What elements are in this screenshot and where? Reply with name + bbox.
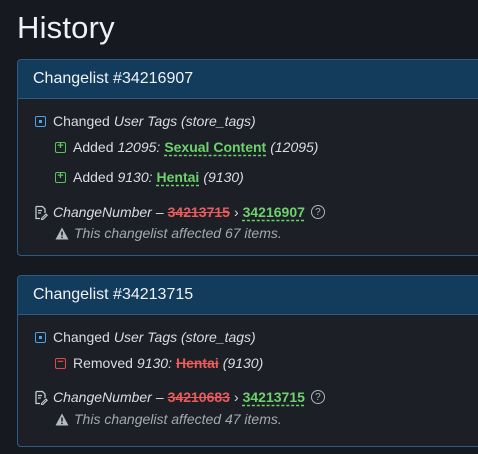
change-verb: Changed — [53, 329, 110, 345]
help-circle-icon[interactable]: ? — [310, 205, 325, 219]
change-row: Changed User Tags (store_tags) — [35, 329, 256, 345]
square-dot-icon — [35, 331, 46, 343]
new-change-number[interactable]: 34216907 — [243, 204, 305, 220]
change-number-arrow: › — [233, 204, 239, 220]
document-edit-icon — [33, 205, 48, 220]
new-change-number[interactable]: 34213715 — [243, 389, 305, 405]
item-paren: (9130) — [203, 169, 244, 185]
item-id: 9130 — [117, 169, 149, 185]
plus-box-icon: + — [55, 141, 66, 153]
tag-added-row: + Added 12095: Sexual Content (12095) — [55, 139, 318, 155]
change-number-label: ChangeNumber — [53, 389, 152, 405]
tag-added-row: + Added 9130: Hentai (9130) — [55, 169, 244, 185]
page-title: History — [17, 10, 115, 45]
affected-row: This changelist affected 67 items. — [55, 225, 282, 241]
change-field: User Tags (store_tags) — [113, 329, 256, 345]
item-paren: (12095) — [270, 139, 319, 155]
changelist-header[interactable]: Changelist #34213715 — [18, 276, 478, 315]
help-circle-icon[interactable]: ? — [310, 390, 325, 404]
change-row: Changed User Tags (store_tags) — [35, 113, 256, 129]
change-verb: Changed — [53, 113, 110, 129]
item-action: Added — [73, 169, 114, 185]
changelist-card: Changelist #34216907 Changed User Tags (… — [17, 59, 478, 256]
tag-link[interactable]: Hentai — [176, 355, 219, 371]
affected-row: This changelist affected 47 items. — [55, 411, 282, 427]
item-paren: (9130) — [222, 355, 264, 371]
item-id: 9130 — [136, 355, 169, 371]
old-change-number: 34213715 — [167, 204, 230, 220]
square-dot-icon — [35, 115, 46, 127]
tag-link[interactable]: Sexual Content — [164, 139, 266, 155]
affected-text: This changelist affected 47 items. — [74, 411, 282, 427]
minus-box-icon: − — [55, 357, 66, 369]
warning-triangle-icon — [55, 413, 69, 426]
change-number-row: ChangeNumber – 34210683 › 34213715 ? — [33, 389, 325, 405]
item-id: 12095 — [117, 139, 157, 155]
change-number-arrow: › — [233, 389, 239, 405]
change-number-label: ChangeNumber — [53, 204, 152, 220]
warning-triangle-icon — [55, 227, 69, 240]
document-edit-icon — [33, 390, 48, 405]
item-action: Removed — [73, 355, 133, 371]
change-number-row: ChangeNumber – 34213715 › 34216907 ? — [33, 204, 325, 220]
plus-box-icon: + — [55, 171, 66, 183]
tag-link[interactable]: Hentai — [157, 169, 200, 185]
change-field: User Tags (store_tags) — [113, 113, 256, 129]
tag-removed-row: − Removed 9130: Hentai (9130) — [55, 355, 263, 371]
change-number-dash: – — [155, 389, 164, 405]
changelist-card: Changelist #34213715 Changed User Tags (… — [17, 275, 478, 447]
changelist-header[interactable]: Changelist #34216907 — [18, 60, 478, 99]
affected-text: This changelist affected 67 items. — [74, 225, 282, 241]
item-action: Added — [73, 139, 114, 155]
old-change-number: 34210683 — [167, 389, 230, 405]
change-number-dash: – — [155, 204, 164, 220]
